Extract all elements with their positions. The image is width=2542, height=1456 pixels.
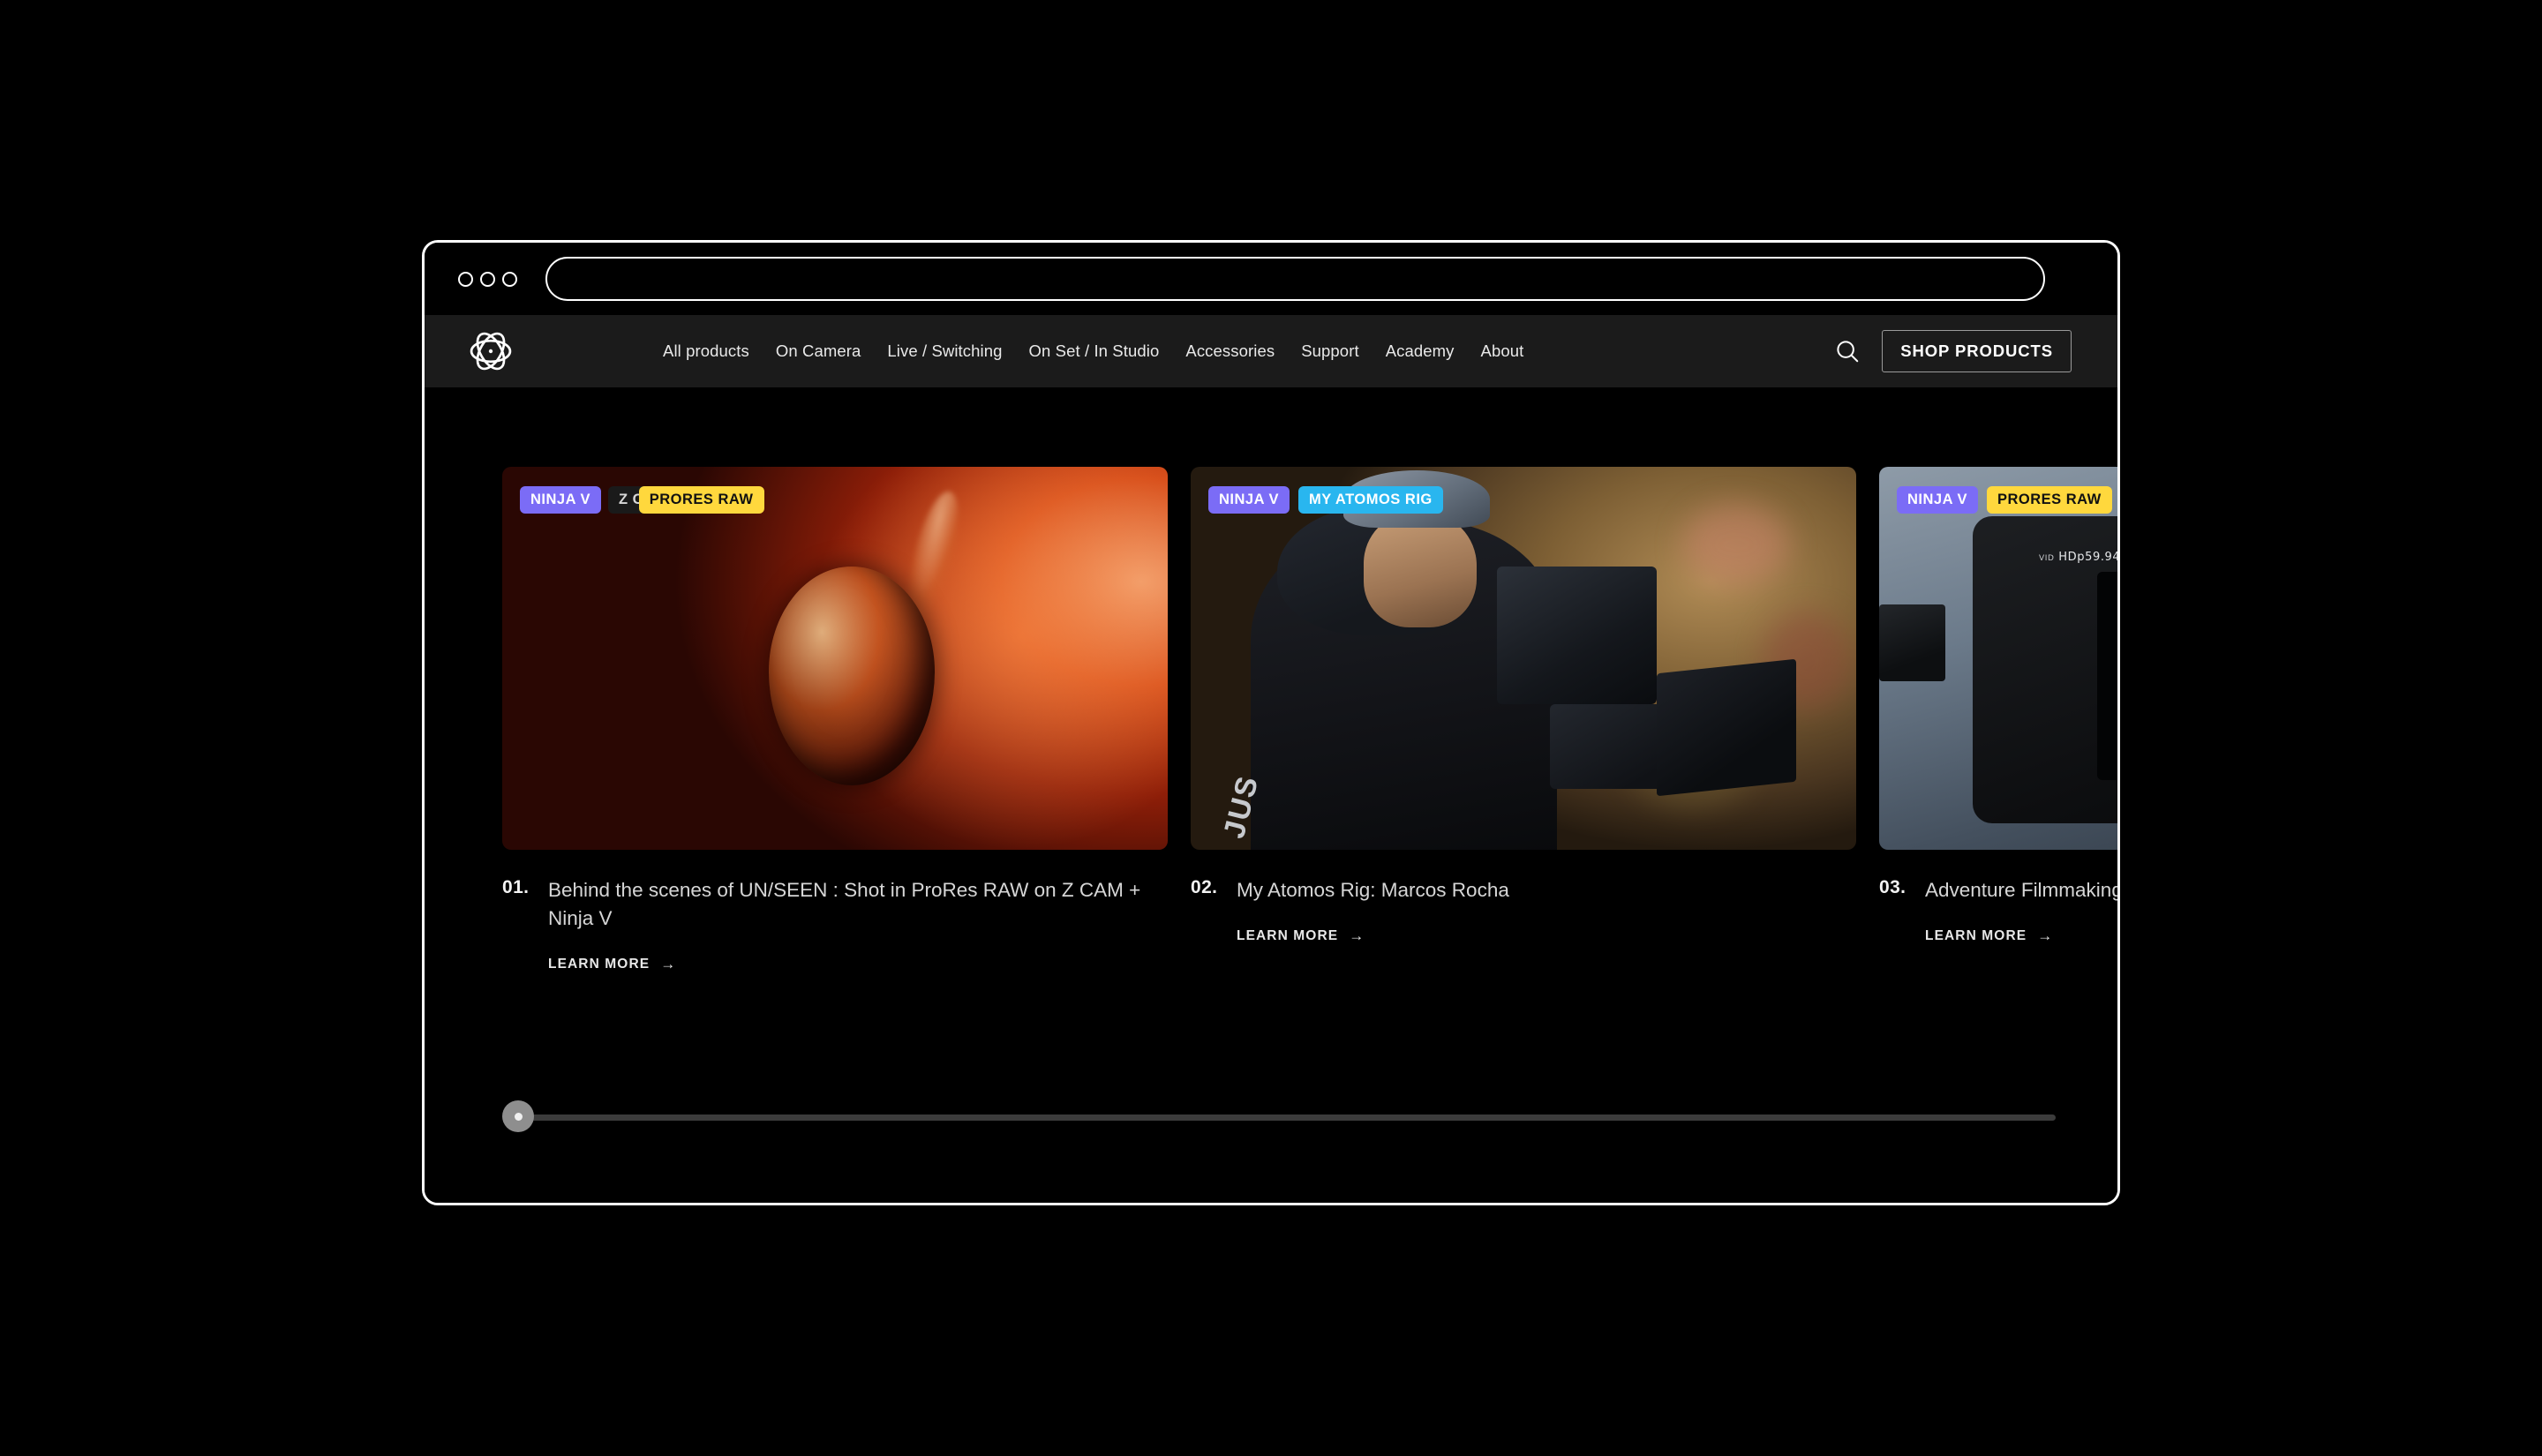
card-title: Behind the scenes of UN/SEEN : Shot in P…	[548, 879, 1141, 929]
nav-item-on-set-in-studio[interactable]: On Set / In Studio	[1029, 341, 1160, 361]
card-text: Behind the scenes of UN/SEEN : Shot in P…	[548, 876, 1168, 973]
site-navigation-bar: All products On Camera Live / Switching …	[425, 315, 2117, 387]
nav-item-support[interactable]: Support	[1301, 341, 1359, 361]
nav-item-live-switching[interactable]: Live / Switching	[887, 341, 1002, 361]
droplet-shape	[768, 566, 935, 785]
osd-vid-label: VID	[2038, 554, 2055, 564]
tag-prores-raw[interactable]: PRORES RAW	[638, 486, 764, 514]
learn-more-label: LEARN MORE	[548, 956, 651, 972]
learn-more-link[interactable]: LEARN MORE →	[1925, 927, 2053, 945]
browser-chrome	[425, 243, 2117, 315]
card-index: 01.	[502, 877, 530, 897]
card-tag-row: NINJA V Z CAM PRORES RAW	[520, 486, 764, 514]
nav-item-on-camera[interactable]: On Camera	[776, 341, 861, 361]
monitor-osd-text: VID HDp59.94 S-Log3 OUT H	[2039, 551, 2117, 564]
slider-track[interactable]	[516, 1115, 2056, 1121]
address-bar-input[interactable]	[545, 257, 2045, 301]
arrow-right-icon: →	[660, 955, 677, 972]
learn-more-link[interactable]: LEARN MORE →	[1237, 927, 1365, 945]
nav-item-about[interactable]: About	[1481, 341, 1524, 361]
card-body: 02. My Atomos Rig: Marcos Rocha LEARN MO…	[1191, 850, 1856, 945]
unseen-droplet-artwork[interactable]: NINJA V Z CAM PRORES RAW	[502, 467, 1168, 850]
card-text: Adventure Filmmaking LEARN MORE →	[1925, 876, 2117, 945]
tag-ninja-v[interactable]: NINJA V	[1208, 486, 1290, 514]
carousel-card[interactable]: JUS NINJA V MY ATOMOS RIG 02. My Atomos …	[1191, 467, 1856, 973]
atomos-logo-icon[interactable]	[467, 327, 515, 375]
card-tag-row: NINJA V MY ATOMOS RIG	[1208, 486, 1443, 514]
card-index: 02.	[1191, 877, 1218, 897]
carousel-scroll-slider[interactable]	[502, 1100, 2056, 1134]
nav-links: All products On Camera Live / Switching …	[663, 341, 1523, 361]
camera-body-shape	[1496, 566, 1657, 705]
learn-more-label: LEARN MORE	[1237, 927, 1339, 943]
arrow-right-icon: →	[2037, 927, 2054, 944]
maximize-circle-icon[interactable]	[502, 271, 517, 287]
nav-right-actions: SHOP PRODUCTS	[1834, 330, 2072, 372]
editorial-carousel: NINJA V Z CAM PRORES RAW 01. Behind the …	[502, 467, 2117, 973]
tag-my-atomos-rig[interactable]: MY ATOMOS RIG	[1298, 486, 1443, 514]
nav-item-all-products[interactable]: All products	[663, 341, 749, 361]
card-body: 01. Behind the scenes of UN/SEEN : Shot …	[502, 850, 1168, 973]
nav-item-accessories[interactable]: Accessories	[1185, 341, 1275, 361]
figure-face-shape	[1364, 513, 1478, 628]
learn-more-label: LEARN MORE	[1925, 927, 2027, 943]
window-traffic-lights	[458, 271, 517, 287]
arrow-right-icon: →	[1349, 927, 1365, 944]
tag-prores-raw[interactable]: PRORES RAW	[1987, 486, 2112, 514]
card-tag-row: NINJA V PRORES RAW SO	[1897, 486, 2117, 514]
browser-window: All products On Camera Live / Switching …	[422, 240, 2120, 1205]
search-icon[interactable]	[1834, 338, 1861, 364]
carousel-card[interactable]: NINJA V Z CAM PRORES RAW 01. Behind the …	[502, 467, 1168, 973]
filmmaker-camera-rig-photo[interactable]: JUS NINJA V MY ATOMOS RIG	[1191, 467, 1856, 850]
learn-more-link[interactable]: LEARN MORE →	[548, 956, 676, 973]
card-body: 03. Adventure Filmmaking LEARN MORE →	[1879, 850, 2117, 945]
bokeh-leaf	[1682, 505, 1789, 585]
minimize-circle-icon[interactable]	[480, 271, 495, 287]
ninja-v-monitor-photo[interactable]: VID HDp59.94 S-Log3 OUT H ↻ ⏮ ⏪ ❚❚	[1879, 467, 2117, 850]
shop-products-button[interactable]: SHOP PRODUCTS	[1882, 330, 2072, 372]
slider-handle[interactable]	[502, 1100, 534, 1132]
monitor-side-module	[1879, 604, 1946, 682]
card-title: Adventure Filmmaking	[1925, 879, 2117, 901]
matte-box-shape	[1656, 658, 1797, 796]
card-text: My Atomos Rig: Marcos Rocha LEARN MORE →	[1237, 876, 1856, 945]
card-title: My Atomos Rig: Marcos Rocha	[1237, 879, 1509, 901]
card-index: 03.	[1879, 877, 1906, 897]
close-circle-icon[interactable]	[458, 271, 473, 287]
site-viewport: All products On Camera Live / Switching …	[425, 315, 2117, 1203]
monitor-screen-shape	[2097, 571, 2117, 780]
tag-ninja-v[interactable]: NINJA V	[520, 486, 601, 514]
tag-ninja-v[interactable]: NINJA V	[1897, 486, 1978, 514]
nav-item-academy[interactable]: Academy	[1386, 341, 1455, 361]
carousel-card[interactable]: VID HDp59.94 S-Log3 OUT H ↻ ⏮ ⏪ ❚❚	[1879, 467, 2117, 973]
osd-format: HDp59.94	[2058, 551, 2117, 565]
